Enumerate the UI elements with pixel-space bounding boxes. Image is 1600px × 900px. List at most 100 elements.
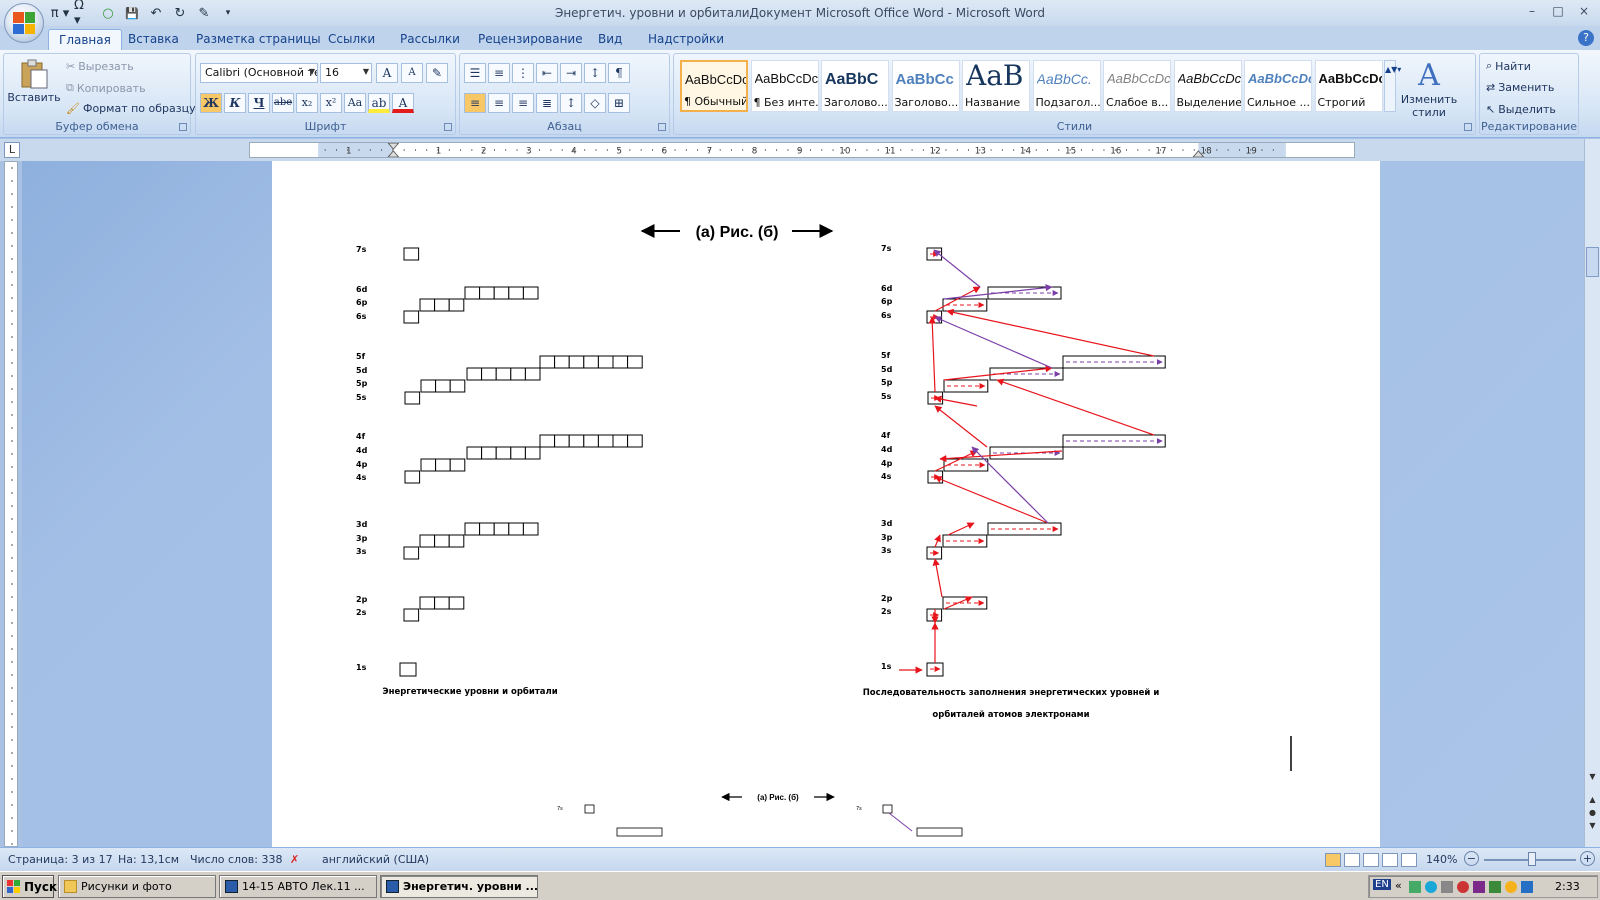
vertical-ruler[interactable] xyxy=(4,161,18,847)
tab-page-layout[interactable]: Разметка страницы xyxy=(186,29,331,50)
justify-icon[interactable]: ≣ xyxy=(536,93,558,113)
style-card-7[interactable]: AaBbCcDc Выделение xyxy=(1173,60,1242,112)
cut-button[interactable]: ✂ Вырезать xyxy=(66,60,134,73)
style-card-1[interactable]: AaBbCcDc ¶ Без инте... xyxy=(750,60,819,112)
font-size-combo[interactable]: 16 ▼ xyxy=(320,63,372,83)
web-layout-icon[interactable] xyxy=(1363,853,1379,867)
clear-format-icon[interactable]: ✎ xyxy=(426,63,448,83)
strikethrough-button[interactable]: abe xyxy=(272,93,294,113)
word-count[interactable]: Число слов: 338 xyxy=(190,853,283,866)
style-card-4[interactable]: AaB Название xyxy=(962,60,1030,112)
chevron-left-icon[interactable]: « xyxy=(1395,879,1402,892)
paste-button[interactable]: Вставить xyxy=(7,58,61,104)
font-launcher-icon[interactable] xyxy=(444,123,452,131)
tray-app-icon[interactable] xyxy=(1473,881,1485,893)
bold-button[interactable]: Ж xyxy=(200,93,222,113)
document-page[interactable]: (а) Рис. (б) 7s 6d 6p 6s 5f 5d 5p 5s 4f 4d 4p 4s 3d 3p… xyxy=(272,161,1380,847)
cursor-position[interactable]: На: 13,1см xyxy=(118,853,179,866)
copy-button[interactable]: ⧉ Копировать xyxy=(66,81,146,95)
multilevel-list-icon[interactable]: ⋮ xyxy=(512,63,534,83)
zoom-level[interactable]: 140% xyxy=(1426,853,1457,866)
full-screen-reading-icon[interactable] xyxy=(1344,853,1360,867)
tab-selector-icon[interactable]: L xyxy=(4,142,20,158)
draft-icon[interactable] xyxy=(1401,853,1417,867)
pilcrow-icon[interactable]: ¶ xyxy=(608,63,630,83)
tab-references[interactable]: Ссылки xyxy=(318,29,385,50)
paragraph-launcher-icon[interactable] xyxy=(658,123,666,131)
font-color-icon[interactable]: A xyxy=(392,93,414,113)
line-spacing-icon[interactable]: ↕ xyxy=(560,93,582,113)
increase-indent-icon[interactable]: ⇥ xyxy=(560,63,582,83)
style-card-0[interactable]: AaBbCcDc ¶ Обычный xyxy=(680,60,748,112)
vertical-scrollbar[interactable]: ▼ ▲ ● ▼ xyxy=(1584,139,1600,847)
style-card-9[interactable]: AaBbCcDc Строгий xyxy=(1314,60,1383,112)
format-painter-button[interactable]: 🖌 Формат по образцу xyxy=(66,102,196,115)
replace-button[interactable]: ⇄ Заменить xyxy=(1486,81,1554,94)
sort-icon[interactable]: ↕ xyxy=(584,63,606,83)
outline-icon[interactable] xyxy=(1382,853,1398,867)
tab-insert[interactable]: Вставка xyxy=(118,29,189,50)
borders-icon[interactable]: ⊞ xyxy=(608,93,630,113)
align-left-icon[interactable]: ≡ xyxy=(464,93,486,113)
tab-review[interactable]: Рецензирование xyxy=(468,29,593,50)
antivirus-icon[interactable] xyxy=(1457,881,1469,893)
task-folder[interactable]: Рисунки и фото xyxy=(58,875,216,898)
superscript-button[interactable]: x² xyxy=(320,93,342,113)
shrink-font-icon[interactable]: A xyxy=(401,63,423,83)
start-button[interactable]: Пуск xyxy=(2,875,57,898)
tab-view[interactable]: Вид xyxy=(588,29,632,50)
highlight-icon[interactable]: ab xyxy=(368,93,390,113)
style-card-5[interactable]: AaBbCc. Подзагол... xyxy=(1032,60,1101,112)
tray-app-icon[interactable] xyxy=(1505,881,1517,893)
help-icon[interactable]: ? xyxy=(1578,30,1594,46)
styles-launcher-icon[interactable] xyxy=(1464,123,1472,131)
zoom-in-icon[interactable]: + xyxy=(1580,851,1595,866)
style-card-8[interactable]: AaBbCcDc Сильное ... xyxy=(1244,60,1312,112)
language-indicator[interactable]: английский (США) xyxy=(322,853,429,866)
office-button[interactable] xyxy=(4,3,44,43)
zoom-out-icon[interactable]: − xyxy=(1464,851,1479,866)
shading-icon[interactable]: ◇ xyxy=(584,93,606,113)
grow-font-icon[interactable]: A xyxy=(376,63,398,83)
task-word-lecture[interactable]: 14-15 АВТО Лек.11 ... xyxy=(219,875,377,898)
tab-addins[interactable]: Надстройки xyxy=(638,29,734,50)
maximize-icon[interactable]: □ xyxy=(1546,2,1570,20)
tab-mailings[interactable]: Рассылки xyxy=(390,29,470,50)
align-right-icon[interactable]: ≡ xyxy=(512,93,534,113)
network-icon[interactable] xyxy=(1409,881,1421,893)
task-word-current[interactable]: Энергетич. уровни ... xyxy=(380,875,538,898)
spelling-icon[interactable]: ✗ xyxy=(290,853,299,866)
scrollbar-thumb[interactable] xyxy=(1586,247,1599,277)
app-tray-icon[interactable] xyxy=(1425,881,1437,893)
style-card-3[interactable]: AaBbCc Заголово... xyxy=(891,60,960,112)
subscript-button[interactable]: x₂ xyxy=(296,93,318,113)
align-center-icon[interactable]: ≡ xyxy=(488,93,510,113)
scroll-down-arrow-icon[interactable]: ▼ xyxy=(1587,771,1598,782)
change-case-button[interactable]: Aa xyxy=(344,93,366,113)
style-card-6[interactable]: AaBbCcDc Слабое в... xyxy=(1103,60,1171,112)
style-card-2[interactable]: AaBbC Заголово... xyxy=(821,60,889,112)
clipboard-launcher-icon[interactable] xyxy=(179,123,187,131)
horizontal-ruler[interactable]: 1 1 2 3 4 5 6 7 8 9 10 11 12 13 14 15 16 17 18 19 xyxy=(249,142,1355,158)
minimize-icon[interactable]: – xyxy=(1520,2,1544,20)
volume-icon[interactable] xyxy=(1441,881,1453,893)
numbering-icon[interactable]: ≡ xyxy=(488,63,510,83)
language-badge[interactable]: EN xyxy=(1373,879,1391,890)
close-icon[interactable]: × xyxy=(1572,2,1596,20)
find-button[interactable]: ⌕ Найти xyxy=(1486,59,1531,73)
next-page-icon[interactable]: ▼ xyxy=(1587,820,1598,831)
zoom-slider-thumb[interactable] xyxy=(1528,852,1536,866)
clock[interactable]: 2:33 xyxy=(1555,880,1580,893)
select-button[interactable]: ↖ Выделить xyxy=(1486,103,1556,116)
font-name-combo[interactable]: Calibri (Основной те ▼ xyxy=(200,63,318,83)
page-count[interactable]: Страница: 3 из 17 xyxy=(8,853,113,866)
bullets-icon[interactable]: ☰ xyxy=(464,63,486,83)
change-styles-button[interactable]: A Изменить стили xyxy=(1394,58,1464,119)
print-layout-icon[interactable] xyxy=(1325,853,1341,867)
underline-button[interactable]: Ч xyxy=(248,93,270,113)
tray-app-icon[interactable] xyxy=(1521,881,1533,893)
prev-page-icon[interactable]: ▲ xyxy=(1587,794,1598,805)
browse-object-icon[interactable]: ● xyxy=(1587,807,1598,818)
decrease-indent-icon[interactable]: ⇤ xyxy=(536,63,558,83)
italic-button[interactable]: К xyxy=(224,93,246,113)
